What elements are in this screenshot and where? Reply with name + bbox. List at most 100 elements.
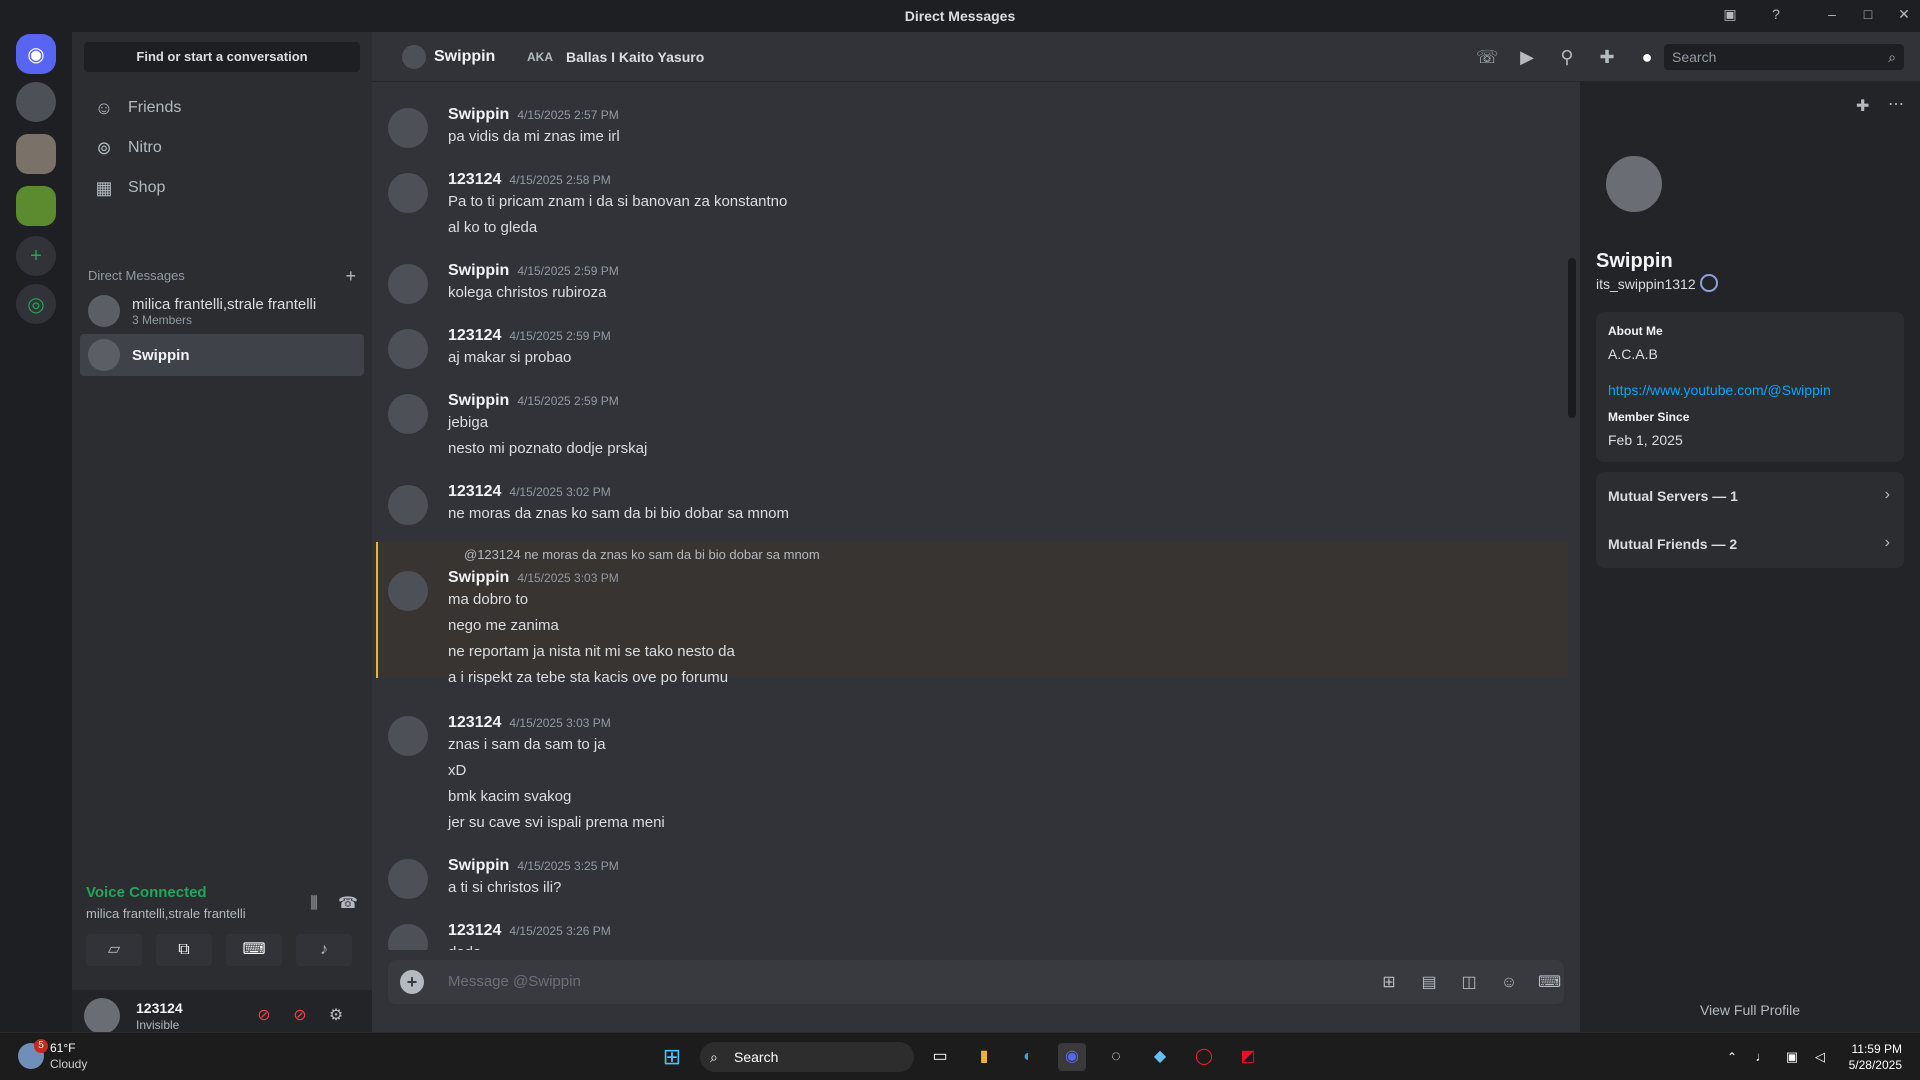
author-name[interactable]: Swippin	[448, 106, 509, 123]
steam-icon[interactable]: ◆	[1146, 1043, 1174, 1071]
add-friends-icon[interactable]: ✚	[1596, 46, 1618, 68]
task-view-icon[interactable]: ▭	[926, 1043, 954, 1071]
disconnect-icon[interactable]: ☎	[336, 892, 360, 916]
avatar[interactable]	[388, 485, 428, 525]
tray-expand-icon[interactable]: ⌃	[1718, 1043, 1746, 1071]
chat-recipient-name[interactable]: Swippin	[434, 48, 495, 66]
avatar	[88, 339, 120, 371]
server-icon[interactable]	[16, 82, 56, 122]
search-icon: ⌕	[1888, 49, 1896, 65]
video-call-icon[interactable]: ▶	[1516, 46, 1538, 68]
voice-call-icon[interactable]: ☏	[1476, 46, 1499, 68]
deafen-icon[interactable]: ⊘	[288, 1004, 312, 1028]
nav-shop[interactable]: ▦ Shop	[80, 168, 364, 208]
message-text: Pa to ti pricam znam i da si banovan za …	[448, 193, 788, 210]
opera-icon[interactable]: ◯	[1190, 1043, 1218, 1071]
server-icon[interactable]	[16, 134, 56, 174]
dm-item-swippin[interactable]: Swippin	[80, 334, 364, 376]
microphone-icon[interactable]: ♩	[1748, 1043, 1776, 1071]
avatar[interactable]	[388, 108, 428, 148]
taskbar-search[interactable]: ⌕ Search	[700, 1042, 914, 1072]
windows-start-icon[interactable]: ⊞	[658, 1043, 686, 1071]
gif-icon[interactable]: ▤	[1418, 972, 1440, 994]
timestamp: 4/15/2025 2:59 PM	[517, 264, 619, 278]
maximize-button[interactable]: □	[1858, 6, 1878, 26]
profile-avatar[interactable]	[1602, 152, 1666, 216]
find-conversation-button[interactable]: Find or start a conversation	[84, 42, 360, 72]
create-dm-icon[interactable]: +	[345, 266, 356, 287]
author-name[interactable]: 123124	[448, 171, 501, 188]
author-name[interactable]: Swippin	[448, 857, 509, 874]
settings-gear-icon[interactable]: ⚙	[324, 1004, 348, 1028]
soundboard-icon[interactable]: ♪	[296, 934, 352, 966]
nav-nitro[interactable]: ⊚ Nitro	[80, 128, 364, 168]
more-options-icon[interactable]: ⋯	[1888, 94, 1904, 114]
view-full-profile-link[interactable]: View Full Profile	[1580, 1002, 1920, 1018]
reply-preview[interactable]: @123124 ne moras da znas ko sam da bi bi…	[464, 547, 820, 562]
author-name[interactable]: Swippin	[448, 392, 509, 409]
apps-icon[interactable]: ⌨	[1538, 972, 1561, 994]
add-friend-icon[interactable]: ✚	[1856, 96, 1869, 116]
author-name[interactable]: 123124	[448, 483, 501, 500]
noise-suppression-icon[interactable]: ⫼	[302, 892, 326, 916]
help-icon[interactable]: ?	[1766, 6, 1786, 26]
author-name[interactable]: 123124	[448, 327, 501, 344]
nav-friends[interactable]: ☺ Friends	[80, 88, 364, 128]
message-composer[interactable]: + Message @Swippin ⊞ ▤ ◫ ☺ ⌨	[388, 960, 1564, 1004]
message-text: ne reportam ja nista nit mi se tako nest…	[448, 643, 735, 660]
minimize-button[interactable]: –	[1822, 6, 1842, 26]
mutual-friends-row[interactable]: Mutual Friends — 2 ›	[1596, 520, 1904, 568]
pin-icon[interactable]: ⚲	[1556, 46, 1578, 68]
inbox-icon[interactable]: ▣	[1720, 6, 1740, 26]
message-input[interactable]: Message @Swippin	[448, 973, 581, 990]
clock[interactable]: 11:59 PM 5/28/2025	[1849, 1041, 1902, 1073]
author-name[interactable]: Swippin	[448, 569, 509, 586]
mutual-servers-row[interactable]: Mutual Servers — 1 ›	[1596, 472, 1904, 520]
network-icon[interactable]: ▣	[1778, 1043, 1806, 1071]
avatar[interactable]	[388, 173, 428, 213]
chat-scrollbar[interactable]	[1568, 258, 1576, 418]
video-off-icon[interactable]: ▱	[86, 934, 142, 966]
user-profile-icon[interactable]: ●	[1636, 46, 1658, 68]
edge-icon[interactable]: ◐	[1014, 1043, 1042, 1071]
avatar[interactable]	[388, 716, 428, 756]
server-icon[interactable]	[16, 186, 56, 226]
volume-icon[interactable]: ◁	[1806, 1043, 1834, 1071]
dm-sub: 3 Members	[132, 312, 193, 327]
amd-icon[interactable]: ◩	[1234, 1043, 1262, 1071]
sticker-icon[interactable]: ◫	[1458, 972, 1480, 994]
avatar[interactable]	[388, 571, 428, 611]
close-button[interactable]: ✕	[1894, 6, 1914, 26]
message-text: bmk kacim svakog	[448, 788, 572, 805]
voice-channel[interactable]: milica frantelli,strale frantelli	[86, 906, 246, 921]
app-icon[interactable]: ◌	[1102, 1043, 1130, 1071]
avatar[interactable]	[84, 998, 120, 1034]
upload-plus-icon[interactable]: +	[400, 970, 424, 994]
badge-icon[interactable]	[1700, 274, 1718, 292]
avatar[interactable]	[388, 924, 428, 950]
add-server-icon[interactable]: +	[16, 236, 56, 276]
avatar[interactable]	[388, 859, 428, 899]
avatar[interactable]	[388, 329, 428, 369]
discord-home-icon[interactable]: ◉	[16, 34, 56, 74]
profile-link[interactable]: https://www.youtube.com/@Swippin	[1608, 382, 1831, 398]
screen-share-icon[interactable]: ⧉	[156, 934, 212, 966]
avatar[interactable]	[388, 394, 428, 434]
search-input[interactable]: Search ⌕	[1664, 44, 1904, 70]
dm-item-group[interactable]: milica frantelli,strale frantelli 3 Memb…	[80, 290, 364, 332]
timestamp: 4/15/2025 3:26 PM	[509, 924, 611, 938]
discover-icon[interactable]: ◎	[16, 284, 56, 324]
author-name[interactable]: 123124	[448, 714, 501, 731]
activity-icon[interactable]: ⌨	[226, 934, 282, 966]
avatar[interactable]	[388, 264, 428, 304]
app-icon[interactable]: ▮	[970, 1043, 998, 1071]
mute-icon[interactable]: ⊘	[252, 1004, 276, 1028]
timestamp: 4/15/2025 2:59 PM	[509, 329, 611, 343]
discord-taskbar-icon[interactable]: ◉	[1058, 1043, 1086, 1071]
gift-icon[interactable]: ⊞	[1378, 972, 1400, 994]
nav-friends-label: Friends	[128, 99, 182, 116]
author-name[interactable]: Swippin	[448, 262, 509, 279]
emoji-icon[interactable]: ☺	[1498, 972, 1520, 994]
author-name[interactable]: 123124	[448, 922, 501, 939]
profile-username: its_swippin1312	[1596, 276, 1696, 292]
